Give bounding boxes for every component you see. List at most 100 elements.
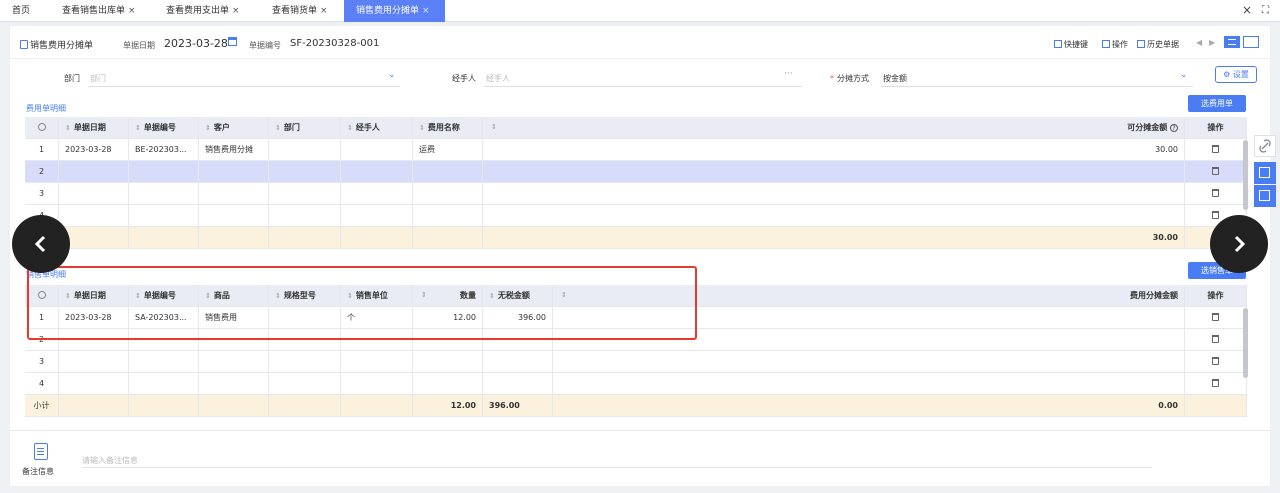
cell-qty[interactable] bbox=[413, 329, 483, 350]
close-icon[interactable]: × bbox=[232, 6, 240, 16]
cell-product[interactable]: 销售费用 bbox=[199, 307, 269, 328]
history-button[interactable]: 历史单据 bbox=[1137, 39, 1179, 50]
cell-dept[interactable] bbox=[269, 183, 341, 204]
col-header[interactable]: ⇕ 部门 bbox=[269, 117, 341, 138]
cell-amount[interactable] bbox=[483, 351, 553, 372]
cell-qty[interactable]: 12.00 bbox=[413, 307, 483, 328]
col-header[interactable]: ⇕ 商品 bbox=[199, 285, 269, 306]
cell-amount[interactable] bbox=[483, 205, 1185, 226]
operate-button[interactable]: 操作 bbox=[1102, 39, 1128, 50]
more-icon[interactable]: ··· bbox=[784, 69, 793, 79]
cell-doc-no[interactable] bbox=[129, 373, 199, 394]
select-expense-button[interactable]: 选费用单 bbox=[1188, 95, 1246, 112]
close-icon[interactable]: × bbox=[128, 6, 136, 16]
table-row[interactable]: 4 bbox=[25, 373, 1247, 395]
chevron-down-icon[interactable]: ⌄ bbox=[1180, 70, 1188, 80]
col-header[interactable]: ⇕ 单据日期 bbox=[59, 117, 129, 138]
table-row[interactable]: 2 bbox=[25, 329, 1247, 351]
col-header[interactable]: ⇕ 单据编号 bbox=[129, 285, 199, 306]
handler-input[interactable]: 经手人 bbox=[486, 73, 510, 84]
remark-input[interactable]: 请输入备注信息 bbox=[82, 455, 138, 466]
delete-row-icon[interactable] bbox=[1185, 139, 1247, 160]
doc-tab[interactable]: 销售费用分摊单 bbox=[16, 35, 114, 57]
cell-unit[interactable] bbox=[341, 351, 413, 372]
table-row[interactable]: 4 bbox=[25, 205, 1247, 227]
cell-unit[interactable] bbox=[341, 329, 413, 350]
cell-doc-no[interactable]: BE-202303... bbox=[129, 139, 199, 160]
cell-expense-name[interactable] bbox=[413, 183, 483, 204]
prev-image-button[interactable] bbox=[12, 215, 70, 273]
cell-date[interactable]: 2023-03-28 bbox=[59, 139, 129, 160]
cell-doc-no[interactable] bbox=[129, 161, 199, 182]
cell-customer[interactable] bbox=[199, 161, 269, 182]
close-icon[interactable]: × bbox=[320, 6, 328, 16]
col-header[interactable]: ⇕ 规格型号 bbox=[269, 285, 341, 306]
tab-expense-allocation[interactable]: 销售费用分摊单 × bbox=[344, 0, 445, 22]
cell-dept[interactable] bbox=[269, 139, 341, 160]
delete-row-icon[interactable] bbox=[1185, 351, 1247, 372]
col-header[interactable]: ⇕ 费用名称 bbox=[413, 117, 483, 138]
cell-spec[interactable] bbox=[269, 373, 341, 394]
cell-product[interactable] bbox=[199, 329, 269, 350]
cell-doc-no[interactable] bbox=[129, 183, 199, 204]
cell-alloc[interactable] bbox=[553, 351, 1185, 372]
cell-spec[interactable] bbox=[269, 329, 341, 350]
fullscreen-icon[interactable]: ⛶ bbox=[1262, 5, 1269, 16]
expense-scrollbar[interactable] bbox=[1243, 140, 1248, 210]
table-row[interactable]: 1 2023-03-28 BE-202303... 销售费用分摊 运费 30.0… bbox=[25, 139, 1247, 161]
cell-date[interactable] bbox=[59, 351, 129, 372]
settings-button[interactable]: ⚙ 设置 bbox=[1215, 66, 1257, 83]
method-select[interactable]: 按金额 bbox=[883, 73, 907, 84]
tab-sales-outbound[interactable]: 查看销售出库单 × bbox=[62, 0, 136, 22]
cell-amount[interactable] bbox=[483, 161, 1185, 182]
col-header[interactable]: ⇕ 数量 bbox=[413, 285, 483, 306]
calendar-icon[interactable] bbox=[228, 37, 237, 46]
cell-handler[interactable] bbox=[341, 183, 413, 204]
col-header[interactable]: ⇕ 单据编号 bbox=[129, 117, 199, 138]
shortcut-button[interactable]: 快捷键 bbox=[1054, 39, 1088, 50]
col-header[interactable]: ⇕ 销售单位 bbox=[341, 285, 413, 306]
cell-unit[interactable]: 个 bbox=[341, 307, 413, 328]
cell-alloc[interactable] bbox=[553, 373, 1185, 394]
collapse-icon[interactable] bbox=[1254, 185, 1276, 207]
cell-qty[interactable] bbox=[413, 373, 483, 394]
card-view-button[interactable] bbox=[1243, 36, 1259, 48]
cell-date[interactable] bbox=[59, 161, 129, 182]
delete-row-icon[interactable] bbox=[1185, 373, 1247, 394]
cell-date[interactable] bbox=[59, 205, 129, 226]
cell-customer[interactable] bbox=[199, 183, 269, 204]
close-window-icon[interactable]: × bbox=[1242, 3, 1252, 17]
table-row[interactable]: 3 bbox=[25, 351, 1247, 373]
col-header[interactable]: ⇕ 客户 bbox=[199, 117, 269, 138]
cell-customer[interactable] bbox=[199, 205, 269, 226]
col-header[interactable]: ⇕ 可分摊金额 ? bbox=[483, 117, 1185, 138]
col-header[interactable]: ⇕ 无税金额 bbox=[483, 285, 553, 306]
link-icon[interactable] bbox=[1254, 135, 1276, 157]
cell-amount[interactable]: 30.00 bbox=[483, 139, 1185, 160]
prev-doc-icon[interactable]: ◀ bbox=[1196, 38, 1202, 47]
cell-customer[interactable]: 销售费用分摊 bbox=[199, 139, 269, 160]
sales-scrollbar[interactable] bbox=[1243, 308, 1248, 378]
delete-row-icon[interactable] bbox=[1185, 307, 1247, 328]
cell-product[interactable] bbox=[199, 351, 269, 372]
cell-amount[interactable]: 396.00 bbox=[483, 307, 553, 328]
table-row[interactable]: 1 2023-03-28 SA-202303... 销售费用 个 12.00 3… bbox=[25, 307, 1247, 329]
col-header[interactable]: ⇕ 经手人 bbox=[341, 117, 413, 138]
cell-alloc[interactable] bbox=[553, 329, 1185, 350]
cell-doc-no[interactable]: SA-202303... bbox=[129, 307, 199, 328]
cell-dept[interactable] bbox=[269, 205, 341, 226]
table-row[interactable]: 3 bbox=[25, 183, 1247, 205]
dept-select[interactable]: 部门 bbox=[90, 73, 106, 84]
cell-handler[interactable] bbox=[341, 161, 413, 182]
table-row[interactable]: 2 bbox=[25, 161, 1247, 183]
cell-date[interactable] bbox=[59, 373, 129, 394]
tab-sales-order[interactable]: 查看销货单 × bbox=[272, 0, 328, 22]
cell-handler[interactable] bbox=[341, 139, 413, 160]
column-settings-icon[interactable] bbox=[25, 117, 59, 138]
list-view-button[interactable] bbox=[1224, 36, 1240, 48]
cell-expense-name[interactable] bbox=[413, 161, 483, 182]
cell-dept[interactable] bbox=[269, 161, 341, 182]
cell-amount[interactable] bbox=[483, 183, 1185, 204]
date-value[interactable]: 2023-03-28 bbox=[164, 37, 228, 50]
cell-date[interactable]: 2023-03-28 bbox=[59, 307, 129, 328]
